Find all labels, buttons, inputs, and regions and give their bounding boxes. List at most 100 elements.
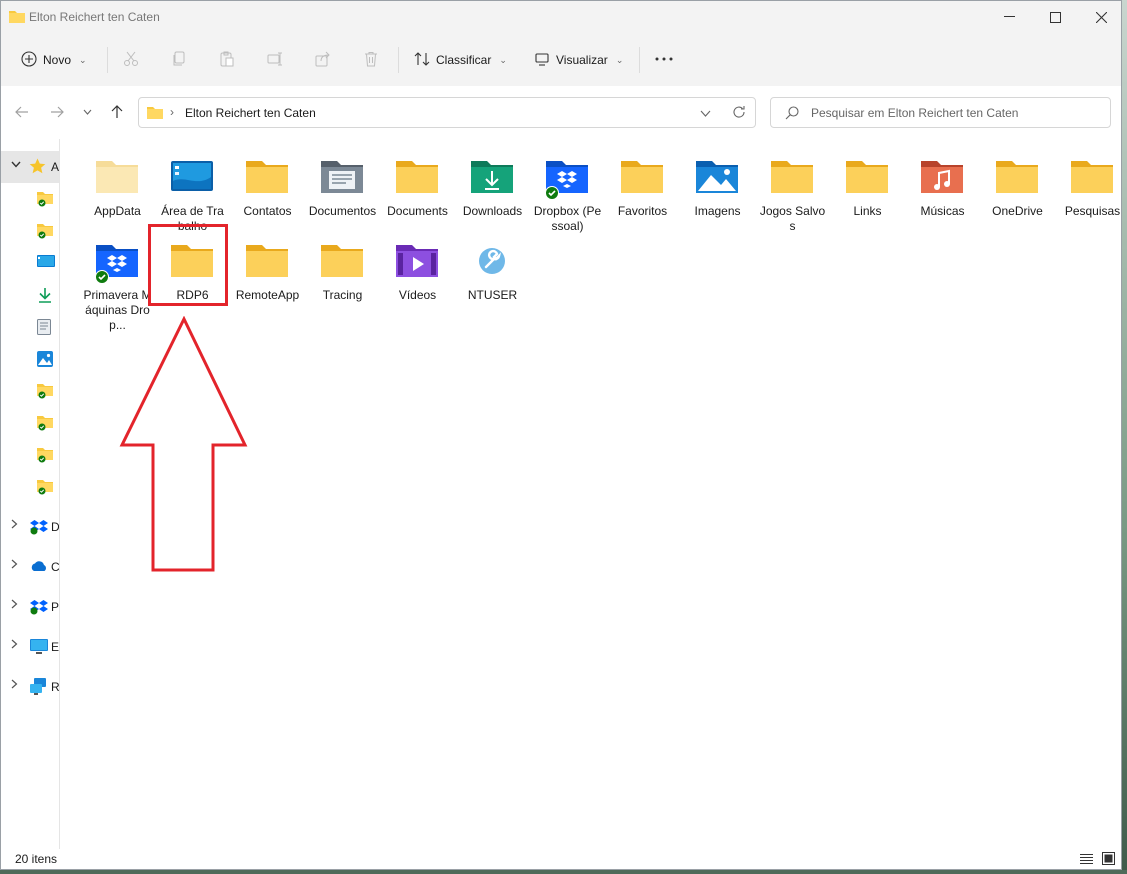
sidebar-pinned-downloads[interactable] bbox=[1, 279, 59, 311]
title-bar: Elton Reichert ten Caten bbox=[1, 1, 1121, 33]
sidebar-item-onedrive[interactable]: C bbox=[1, 551, 59, 583]
sidebar-item-label: C bbox=[51, 560, 60, 574]
folder-synced-icon bbox=[37, 415, 55, 434]
file-item-downloads[interactable]: Downloads bbox=[455, 145, 530, 229]
folder-icon bbox=[319, 241, 365, 281]
sidebar-pinned-folder[interactable] bbox=[1, 375, 59, 407]
file-item-name: Vídeos bbox=[398, 288, 437, 302]
file-item-favoritos[interactable]: Favoritos bbox=[605, 145, 680, 229]
recent-locations-chevron-icon[interactable] bbox=[75, 100, 99, 124]
sort-button[interactable]: Classificar ⌄ bbox=[414, 45, 507, 75]
chevron-down-icon: ⌄ bbox=[615, 54, 624, 65]
share-icon[interactable] bbox=[311, 47, 335, 71]
sidebar-pinned-pictures[interactable] bbox=[1, 343, 59, 375]
minimize-button[interactable] bbox=[986, 1, 1032, 33]
sidebar-pinned-folder[interactable] bbox=[1, 407, 59, 439]
file-item-appdata[interactable]: AppData bbox=[80, 145, 155, 229]
rename-icon[interactable] bbox=[263, 47, 287, 71]
sidebar-item-dropbox-personal[interactable]: P bbox=[1, 591, 59, 623]
sidebar-item-label: E bbox=[51, 640, 60, 654]
sidebar-pinned-folder[interactable] bbox=[1, 183, 59, 215]
file-item-remoteapp[interactable]: RemoteApp bbox=[230, 229, 305, 313]
delete-icon[interactable] bbox=[359, 47, 383, 71]
sort-icon bbox=[414, 51, 430, 70]
status-bar: 20 itens bbox=[1, 849, 1121, 869]
sidebar-item-network[interactable]: R bbox=[1, 671, 59, 703]
sidebar-item-this-pc[interactable]: E bbox=[1, 631, 59, 663]
documents-icon bbox=[319, 157, 365, 197]
file-item-onedrive[interactable]: OneDrive bbox=[980, 145, 1055, 229]
file-item-dropbox[interactable]: Dropbox (Pessoal) bbox=[530, 145, 605, 233]
breadcrumb-item[interactable]: Elton Reichert ten Caten bbox=[185, 106, 316, 120]
sidebar-item-label: R bbox=[51, 680, 60, 694]
desktop-background bbox=[1122, 0, 1127, 874]
folder-synced-icon bbox=[37, 191, 55, 210]
close-button[interactable] bbox=[1078, 1, 1121, 33]
chevron-right-icon bbox=[11, 599, 18, 612]
forward-arrow-icon[interactable] bbox=[45, 100, 69, 124]
videos-icon bbox=[394, 241, 440, 281]
back-arrow-icon[interactable] bbox=[10, 100, 34, 124]
sidebar-item-quick-access[interactable]: A bbox=[1, 151, 59, 183]
sidebar-pinned-desktop[interactable] bbox=[1, 247, 59, 279]
file-item-documentos[interactable]: Documentos bbox=[305, 145, 380, 229]
maximize-button[interactable] bbox=[1032, 1, 1078, 33]
refresh-icon[interactable] bbox=[732, 105, 746, 122]
file-item-name: Tracing bbox=[322, 288, 363, 302]
more-options-icon[interactable] bbox=[652, 47, 676, 71]
this-pc-icon bbox=[30, 639, 48, 658]
star-icon bbox=[29, 158, 46, 177]
chevron-down-icon bbox=[11, 159, 21, 171]
file-item-name: Documentos bbox=[308, 204, 377, 218]
new-button[interactable]: Novo ⌄ bbox=[21, 45, 87, 75]
toolbar-divider bbox=[639, 47, 640, 73]
up-arrow-icon[interactable] bbox=[105, 100, 129, 124]
navigation-pane: A D C P E R bbox=[1, 139, 60, 849]
sidebar-pinned-folder[interactable] bbox=[1, 439, 59, 471]
file-item-links[interactable]: Links bbox=[830, 145, 905, 229]
file-item-jogos-salvos[interactable]: Jogos Salvos bbox=[755, 145, 830, 233]
address-bar[interactable]: › Elton Reichert ten Caten bbox=[138, 97, 756, 128]
cut-icon[interactable] bbox=[119, 47, 143, 71]
document-icon bbox=[37, 319, 51, 338]
dropbox-icon bbox=[94, 241, 140, 284]
file-item-ntuser[interactable]: NTUSER bbox=[455, 229, 530, 313]
file-item-tracing[interactable]: Tracing bbox=[305, 229, 380, 313]
sidebar-pinned-folder[interactable] bbox=[1, 215, 59, 247]
file-item-videos[interactable]: Vídeos bbox=[380, 229, 455, 313]
file-item-name: Pesquisas bbox=[1064, 204, 1121, 218]
paste-icon[interactable] bbox=[215, 47, 239, 71]
chevron-right-icon bbox=[11, 519, 18, 532]
network-icon bbox=[30, 678, 48, 699]
search-box[interactable]: Pesquisar em Elton Reichert ten Caten bbox=[770, 97, 1111, 128]
navigation-bar: › Elton Reichert ten Caten Pesquisar em … bbox=[1, 86, 1121, 139]
copy-icon[interactable] bbox=[167, 47, 191, 71]
sidebar-item-label: P bbox=[51, 600, 60, 614]
file-item-imagens[interactable]: Imagens bbox=[680, 145, 755, 229]
monitor-icon bbox=[534, 51, 550, 70]
file-item-pesquisas[interactable]: Pesquisas bbox=[1055, 145, 1121, 229]
item-count: 20 itens bbox=[15, 852, 58, 866]
folder-icon bbox=[619, 157, 665, 197]
sidebar-pinned-documents[interactable] bbox=[1, 311, 59, 343]
address-dropdown-chevron-icon[interactable] bbox=[700, 106, 711, 120]
chevron-down-icon: ⌄ bbox=[79, 54, 87, 65]
details-view-icon[interactable] bbox=[1080, 853, 1093, 868]
folder-icon bbox=[1069, 157, 1115, 197]
file-item-name: Contatos bbox=[243, 204, 292, 218]
downloads-icon bbox=[469, 157, 515, 197]
tiles-view-icon[interactable] bbox=[1102, 852, 1115, 868]
sidebar-pinned-folder[interactable] bbox=[1, 471, 59, 503]
file-item-documents[interactable]: Documents bbox=[380, 145, 455, 229]
file-item-name: Músicas bbox=[920, 204, 965, 218]
file-item-desktop[interactable]: Área de Trabalho bbox=[155, 145, 230, 233]
view-button[interactable]: Visualizar ⌄ bbox=[534, 45, 623, 75]
file-item-contatos[interactable]: Contatos bbox=[230, 145, 305, 229]
settings-file-icon bbox=[469, 241, 515, 281]
file-item-name: AppData bbox=[94, 204, 141, 218]
sidebar-item-dropbox[interactable]: D bbox=[1, 511, 59, 543]
folder-synced-icon bbox=[37, 479, 55, 498]
file-item-musicas[interactable]: Músicas bbox=[905, 145, 980, 229]
search-placeholder: Pesquisar em Elton Reichert ten Caten bbox=[811, 106, 1019, 120]
plus-circle-icon bbox=[21, 50, 37, 70]
